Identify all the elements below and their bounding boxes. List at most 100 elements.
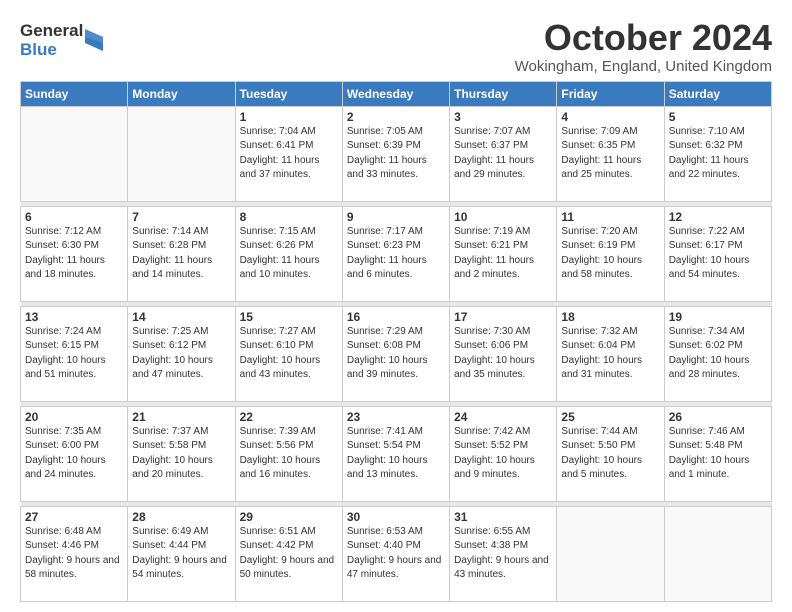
day-info: Sunrise: 7:29 AM Sunset: 6:08 PM Dayligh… [347,325,445,383]
cell-w4-d5: 24Sunrise: 7:42 AM Sunset: 5:52 PM Dayli… [450,406,557,501]
cell-w1-d2 [128,106,235,201]
cell-w2-d7: 12Sunrise: 7:22 AM Sunset: 6:17 PM Dayli… [664,206,771,301]
day-info: Sunrise: 7:22 AM Sunset: 6:17 PM Dayligh… [669,225,767,283]
logo-general: General [20,22,83,41]
cell-w2-d4: 9Sunrise: 7:17 AM Sunset: 6:23 PM Daylig… [342,206,449,301]
day-number: 31 [454,510,552,524]
cell-w3-d4: 16Sunrise: 7:29 AM Sunset: 6:08 PM Dayli… [342,306,449,401]
col-sunday: Sunday [21,81,128,106]
day-number: 1 [240,110,338,124]
day-info: Sunrise: 7:27 AM Sunset: 6:10 PM Dayligh… [240,325,338,383]
header: General Blue October 2024 Wokingham, Eng… [20,18,772,75]
logo-text: General Blue [20,22,83,59]
calendar-header-row: Sunday Monday Tuesday Wednesday Thursday… [21,81,772,106]
day-number: 25 [561,410,659,424]
cell-w5-d6 [557,506,664,601]
cell-w4-d3: 22Sunrise: 7:39 AM Sunset: 5:56 PM Dayli… [235,406,342,501]
cell-w4-d6: 25Sunrise: 7:44 AM Sunset: 5:50 PM Dayli… [557,406,664,501]
week-row-3: 13Sunrise: 7:24 AM Sunset: 6:15 PM Dayli… [21,306,772,401]
day-number: 5 [669,110,767,124]
cell-w1-d5: 3Sunrise: 7:07 AM Sunset: 6:37 PM Daylig… [450,106,557,201]
week-row-5: 27Sunrise: 6:48 AM Sunset: 4:46 PM Dayli… [21,506,772,601]
day-number: 24 [454,410,552,424]
logo-blue: Blue [20,41,83,60]
title-block: October 2024 Wokingham, England, United … [515,18,772,75]
day-info: Sunrise: 7:14 AM Sunset: 6:28 PM Dayligh… [132,225,230,283]
day-info: Sunrise: 7:24 AM Sunset: 6:15 PM Dayligh… [25,325,123,383]
cell-w1-d4: 2Sunrise: 7:05 AM Sunset: 6:39 PM Daylig… [342,106,449,201]
day-number: 6 [25,210,123,224]
week-row-4: 20Sunrise: 7:35 AM Sunset: 6:00 PM Dayli… [21,406,772,501]
day-info: Sunrise: 7:37 AM Sunset: 5:58 PM Dayligh… [132,425,230,483]
cell-w1-d1 [21,106,128,201]
day-info: Sunrise: 7:44 AM Sunset: 5:50 PM Dayligh… [561,425,659,483]
cell-w5-d7 [664,506,771,601]
cell-w4-d4: 23Sunrise: 7:41 AM Sunset: 5:54 PM Dayli… [342,406,449,501]
day-info: Sunrise: 7:32 AM Sunset: 6:04 PM Dayligh… [561,325,659,383]
day-number: 7 [132,210,230,224]
day-number: 16 [347,310,445,324]
cell-w5-d2: 28Sunrise: 6:49 AM Sunset: 4:44 PM Dayli… [128,506,235,601]
day-info: Sunrise: 7:05 AM Sunset: 6:39 PM Dayligh… [347,125,445,183]
cell-w2-d2: 7Sunrise: 7:14 AM Sunset: 6:28 PM Daylig… [128,206,235,301]
day-info: Sunrise: 7:17 AM Sunset: 6:23 PM Dayligh… [347,225,445,283]
day-number: 9 [347,210,445,224]
day-info: Sunrise: 6:48 AM Sunset: 4:46 PM Dayligh… [25,525,123,583]
calendar: Sunday Monday Tuesday Wednesday Thursday… [20,81,772,602]
cell-w4-d1: 20Sunrise: 7:35 AM Sunset: 6:00 PM Dayli… [21,406,128,501]
day-info: Sunrise: 6:53 AM Sunset: 4:40 PM Dayligh… [347,525,445,583]
cell-w2-d5: 10Sunrise: 7:19 AM Sunset: 6:21 PM Dayli… [450,206,557,301]
day-number: 12 [669,210,767,224]
week-row-1: 1Sunrise: 7:04 AM Sunset: 6:41 PM Daylig… [21,106,772,201]
day-number: 26 [669,410,767,424]
cell-w4-d7: 26Sunrise: 7:46 AM Sunset: 5:48 PM Dayli… [664,406,771,501]
day-number: 19 [669,310,767,324]
location: Wokingham, England, United Kingdom [515,58,772,75]
day-number: 2 [347,110,445,124]
cell-w1-d6: 4Sunrise: 7:09 AM Sunset: 6:35 PM Daylig… [557,106,664,201]
month-title: October 2024 [515,18,772,58]
day-number: 18 [561,310,659,324]
day-number: 3 [454,110,552,124]
logo-icon [85,29,103,51]
day-number: 17 [454,310,552,324]
day-info: Sunrise: 7:12 AM Sunset: 6:30 PM Dayligh… [25,225,123,283]
day-info: Sunrise: 7:42 AM Sunset: 5:52 PM Dayligh… [454,425,552,483]
cell-w5-d5: 31Sunrise: 6:55 AM Sunset: 4:38 PM Dayli… [450,506,557,601]
day-info: Sunrise: 7:30 AM Sunset: 6:06 PM Dayligh… [454,325,552,383]
cell-w3-d5: 17Sunrise: 7:30 AM Sunset: 6:06 PM Dayli… [450,306,557,401]
day-info: Sunrise: 6:55 AM Sunset: 4:38 PM Dayligh… [454,525,552,583]
cell-w5-d4: 30Sunrise: 6:53 AM Sunset: 4:40 PM Dayli… [342,506,449,601]
col-thursday: Thursday [450,81,557,106]
day-number: 11 [561,210,659,224]
day-number: 28 [132,510,230,524]
cell-w3-d6: 18Sunrise: 7:32 AM Sunset: 6:04 PM Dayli… [557,306,664,401]
col-wednesday: Wednesday [342,81,449,106]
day-number: 29 [240,510,338,524]
cell-w1-d3: 1Sunrise: 7:04 AM Sunset: 6:41 PM Daylig… [235,106,342,201]
cell-w4-d2: 21Sunrise: 7:37 AM Sunset: 5:58 PM Dayli… [128,406,235,501]
day-number: 20 [25,410,123,424]
cell-w5-d1: 27Sunrise: 6:48 AM Sunset: 4:46 PM Dayli… [21,506,128,601]
day-number: 4 [561,110,659,124]
day-info: Sunrise: 7:04 AM Sunset: 6:41 PM Dayligh… [240,125,338,183]
page: General Blue October 2024 Wokingham, Eng… [0,0,792,612]
cell-w3-d3: 15Sunrise: 7:27 AM Sunset: 6:10 PM Dayli… [235,306,342,401]
cell-w3-d1: 13Sunrise: 7:24 AM Sunset: 6:15 PM Dayli… [21,306,128,401]
day-number: 8 [240,210,338,224]
cell-w2-d1: 6Sunrise: 7:12 AM Sunset: 6:30 PM Daylig… [21,206,128,301]
day-number: 15 [240,310,338,324]
day-info: Sunrise: 7:10 AM Sunset: 6:32 PM Dayligh… [669,125,767,183]
col-monday: Monday [128,81,235,106]
day-number: 22 [240,410,338,424]
cell-w2-d6: 11Sunrise: 7:20 AM Sunset: 6:19 PM Dayli… [557,206,664,301]
day-info: Sunrise: 7:09 AM Sunset: 6:35 PM Dayligh… [561,125,659,183]
cell-w3-d7: 19Sunrise: 7:34 AM Sunset: 6:02 PM Dayli… [664,306,771,401]
day-number: 10 [454,210,552,224]
cell-w5-d3: 29Sunrise: 6:51 AM Sunset: 4:42 PM Dayli… [235,506,342,601]
day-info: Sunrise: 7:34 AM Sunset: 6:02 PM Dayligh… [669,325,767,383]
day-number: 14 [132,310,230,324]
day-info: Sunrise: 7:15 AM Sunset: 6:26 PM Dayligh… [240,225,338,283]
col-friday: Friday [557,81,664,106]
day-info: Sunrise: 7:20 AM Sunset: 6:19 PM Dayligh… [561,225,659,283]
